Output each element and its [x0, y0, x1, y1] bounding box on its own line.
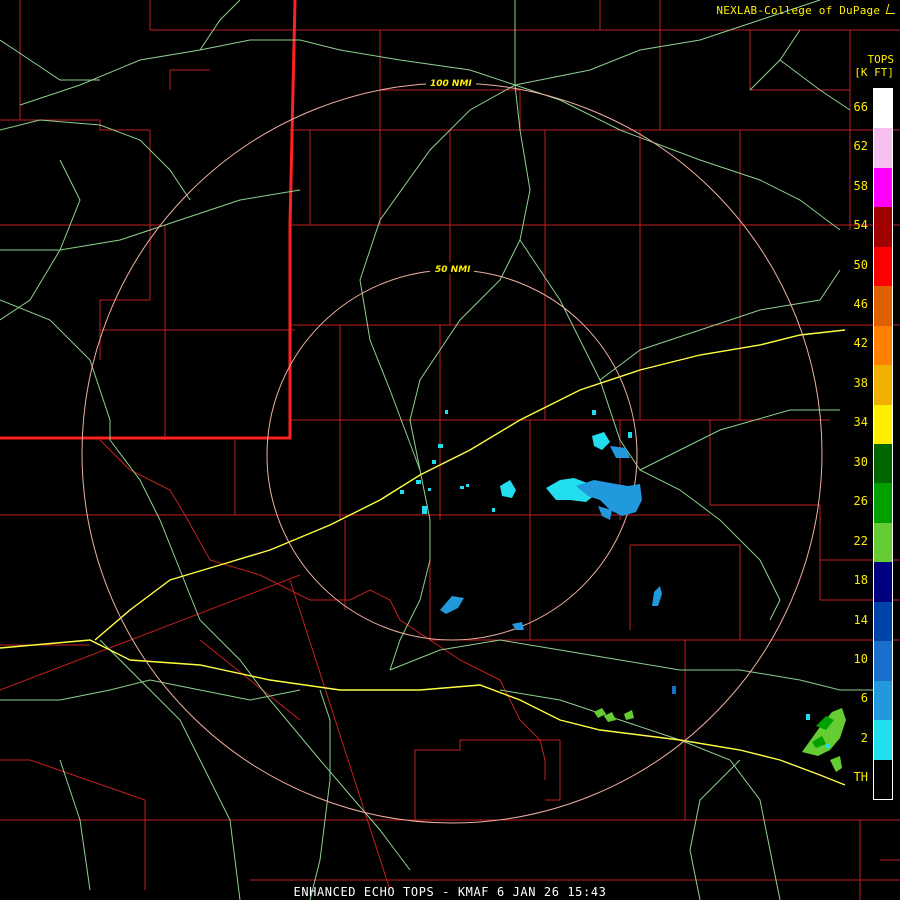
legend-label: 54 [853, 218, 868, 233]
legend-swatch [874, 207, 892, 248]
legend-title-line1: TOPS [867, 53, 895, 66]
legend-label: 42 [853, 336, 868, 351]
ring-label-100: 100 NMI [430, 79, 472, 89]
legend-swatch [874, 325, 892, 366]
legend-title-line2: [K FT] [854, 66, 894, 79]
legend-label: 46 [853, 296, 868, 311]
legend-label: TH [853, 770, 868, 785]
nexlab-logo-icon [885, 4, 898, 14]
highways [0, 329, 846, 786]
legend-swatch [874, 89, 892, 129]
legend-swatch [874, 365, 892, 406]
legend-colorbar [873, 88, 893, 800]
legend-swatch [874, 286, 892, 327]
legend-label: 38 [853, 375, 868, 390]
legend-swatch [874, 167, 892, 208]
ring-100-nmi [81, 82, 823, 824]
radar-map: 50 NMI 100 NMI [0, 0, 900, 900]
legend-swatch [874, 444, 892, 484]
legend-label: 22 [853, 533, 868, 548]
legend-title: TOPS [K FT] [854, 53, 894, 79]
credit-label: NEXLAB-College of DuPage [716, 4, 898, 17]
legend-label: 34 [853, 415, 868, 430]
legend-swatch [874, 641, 892, 682]
legend-swatch [874, 759, 892, 800]
legend-swatch [874, 246, 892, 287]
product-footer: ENHANCED ECHO TOPS - KMAF 6 JAN 26 15:43 [293, 885, 607, 899]
credit-text: NEXLAB-College of DuPage [716, 4, 881, 17]
legend-swatch [874, 601, 892, 642]
legend-label: 18 [853, 573, 868, 588]
ring-label-50: 50 NMI [435, 265, 471, 275]
legend-label: 50 [853, 257, 868, 272]
legend-swatch [874, 404, 892, 445]
legend-swatch [874, 720, 892, 761]
legend-label: 62 [853, 139, 868, 154]
legend-swatch [874, 522, 892, 563]
legend-label: 30 [853, 454, 868, 469]
county-boundaries [0, 0, 900, 900]
legend-label: 26 [853, 494, 868, 509]
legend-label: 14 [853, 612, 868, 627]
legend-swatch [874, 680, 892, 721]
legend-label: 66 [853, 99, 868, 114]
legend-swatch [874, 562, 892, 603]
legend-label: 58 [853, 178, 868, 193]
legend-label: 6 [860, 691, 868, 706]
legend-label: 2 [860, 730, 868, 745]
legend-swatch [874, 128, 892, 169]
state-border [0, 0, 297, 440]
legend-label: 10 [853, 651, 868, 666]
legend-swatch [874, 483, 892, 524]
range-rings [81, 82, 823, 824]
radar-echoes [400, 410, 846, 772]
